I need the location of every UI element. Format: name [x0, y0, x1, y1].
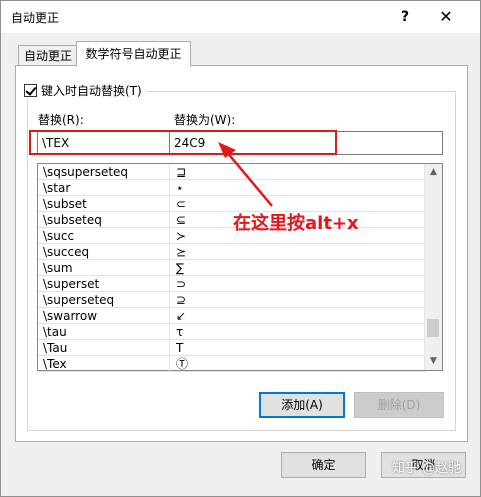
entry-symbol: ∑: [169, 260, 184, 276]
entry-key: \Tex: [43, 357, 67, 371]
entry-key: \subseteq: [43, 213, 102, 227]
watermark: 知乎 @赵驰: [392, 461, 462, 476]
list-scrollbar[interactable]: ▲ ▼: [424, 164, 442, 370]
entry-symbol: ⊇: [169, 292, 186, 308]
list-item[interactable]: \Tex Ⓣ: [38, 356, 426, 372]
replace-while-typing-option[interactable]: 键入时自动替换(T): [22, 82, 146, 98]
entry-symbol: Ⓣ: [169, 356, 188, 372]
entry-key: \star: [43, 181, 71, 195]
replace-label: 替换(R):: [38, 113, 84, 127]
entries-list[interactable]: \sqsuperseteq ⊒ \star ⋆ \subset ⊂ \subseteq ⊆ \s…: [37, 163, 443, 372]
entry-symbol: ↙: [169, 308, 186, 324]
list-item[interactable]: \swarrow ↙: [38, 308, 426, 324]
entry-key: \succ: [43, 229, 75, 243]
entry-key: \Tau: [43, 341, 68, 355]
list-item[interactable]: \Tau Τ: [38, 340, 426, 356]
scroll-thumb[interactable]: [427, 319, 439, 337]
tab-autocorrect[interactable]: 自动更正: [18, 45, 78, 67]
list-item[interactable]: \sum ∑: [38, 260, 426, 276]
entry-symbol: ⊒: [169, 164, 186, 180]
entry-symbol: τ: [169, 324, 183, 340]
close-button[interactable]: ✕: [431, 5, 461, 29]
entry-key: \superset: [43, 277, 100, 291]
ok-button[interactable]: 确定: [281, 452, 366, 478]
entry-symbol: ⊆: [169, 212, 186, 228]
entry-key: \succeq: [43, 245, 90, 259]
entry-symbol: ≻: [169, 228, 186, 244]
entry-symbol: Τ: [169, 340, 183, 356]
list-item[interactable]: \subset ⊂: [38, 196, 426, 212]
scroll-down-arrow-icon[interactable]: ▼: [425, 353, 442, 370]
list-item[interactable]: \tau τ: [38, 324, 426, 340]
delete-button[interactable]: 删除(D): [354, 392, 444, 418]
autocorrect-dialog: 自动更正 ? ✕ 自动更正 数学符号自动更正 键入时自动替换(T) 替换(R):…: [0, 0, 481, 497]
entries-rows: \sqsuperseteq ⊒ \star ⋆ \subset ⊂ \subseteq ⊆ \s…: [38, 164, 426, 372]
replace-while-typing-label: 键入时自动替换(T): [41, 83, 142, 98]
list-item[interactable]: \superset ⊃: [38, 276, 426, 292]
replace-while-typing-checkbox[interactable]: [24, 83, 37, 97]
title-bar: 自动更正 ? ✕: [1, 1, 480, 33]
entry-key: \swarrow: [43, 309, 98, 323]
replace-input[interactable]: \TEX: [37, 131, 170, 155]
entry-key: \subset: [43, 197, 87, 211]
entry-key: \superseteq: [43, 293, 115, 307]
window-title: 自动更正: [11, 11, 60, 25]
entry-symbol: ⊃: [169, 276, 186, 292]
list-item[interactable]: \star ⋆: [38, 180, 426, 196]
entry-symbol: ⪰: [169, 244, 186, 260]
entry-key: \sum: [43, 261, 73, 275]
list-item[interactable]: \succeq ⪰: [38, 244, 426, 260]
list-item[interactable]: \succ ≻: [38, 228, 426, 244]
entry-symbol: ⊂: [169, 196, 186, 212]
entry-key: \sqsuperseteq: [43, 165, 129, 179]
entry-key: \tau: [43, 325, 67, 339]
replace-with-input[interactable]: 24C9: [169, 131, 443, 155]
add-button[interactable]: 添加(A): [259, 392, 345, 418]
list-item[interactable]: \superseteq ⊇: [38, 292, 426, 308]
help-button[interactable]: ?: [393, 5, 417, 29]
list-item[interactable]: \subseteq ⊆: [38, 212, 426, 228]
replace-with-label: 替换为(W):: [174, 113, 236, 127]
annotation-text: 在这里按alt+x: [233, 213, 359, 234]
entry-symbol: ⋆: [169, 180, 184, 196]
list-item[interactable]: \sqsuperseteq ⊒: [38, 164, 426, 180]
tab-math-autocorrect[interactable]: 数学符号自动更正: [76, 41, 191, 67]
scroll-up-arrow-icon[interactable]: ▲: [425, 164, 442, 181]
